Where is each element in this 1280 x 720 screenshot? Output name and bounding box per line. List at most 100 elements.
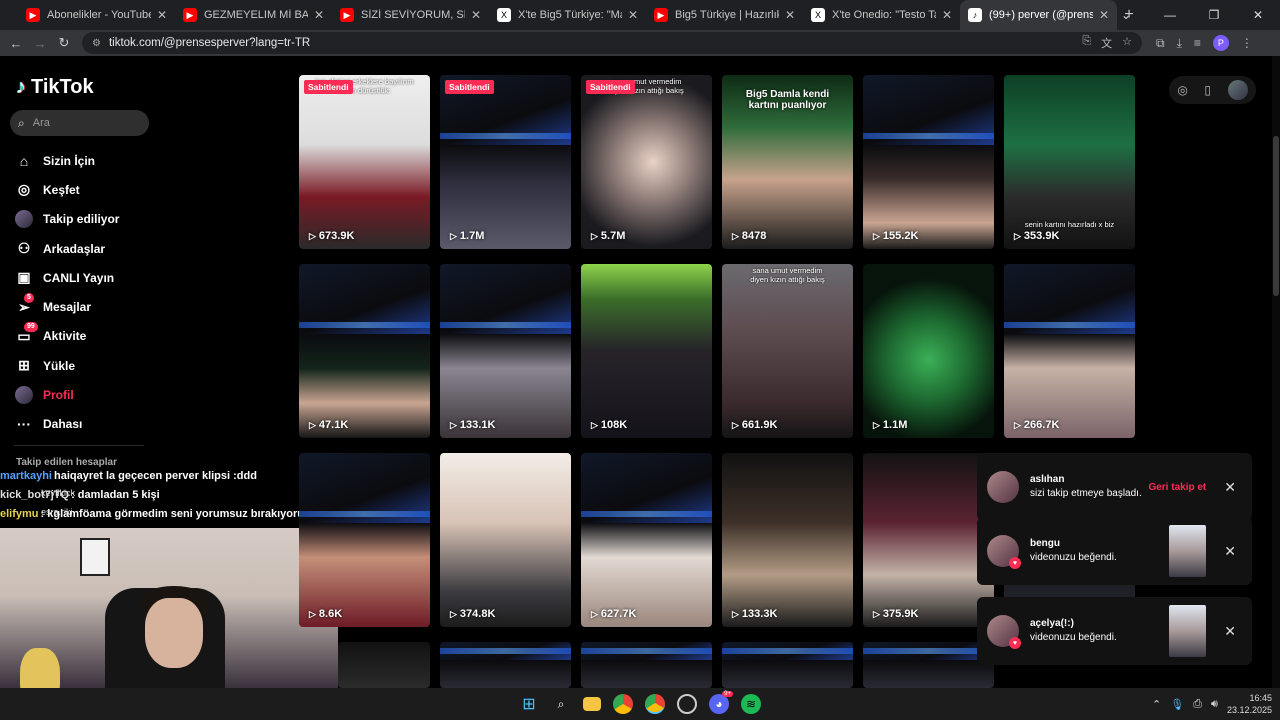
windows-start-icon[interactable]: ⊞ (519, 694, 539, 714)
back-button[interactable]: ← (4, 36, 28, 51)
sidebar-item-9[interactable]: Profil (14, 380, 119, 409)
video-card[interactable]: sana umut vermedim diyen kızın attığı ba… (722, 264, 853, 438)
view-count-text: 155.2K (882, 230, 919, 242)
sidebar-item-4[interactable]: ⚇ Arkadaşlar (14, 234, 119, 263)
search-input[interactable]: ⌕ Ara (10, 110, 149, 136)
site-info-icon[interactable]: ⚙ (92, 38, 101, 49)
video-card[interactable]: ▷ 266.7K (1004, 264, 1135, 438)
more-icon: ··· (17, 416, 31, 433)
video-thumbnail[interactable] (1169, 525, 1207, 577)
video-card[interactable]: Big5 Damla kendi kartını puanlıyor ▷ 8478 (722, 75, 853, 249)
tiktok-logo[interactable]: ♪ TikTok (16, 76, 94, 99)
sidebar-item-6[interactable]: ➢ 5 Mesajlar (14, 292, 119, 321)
sidebar-item-5[interactable]: ▣ CANLI Yayın (14, 263, 119, 292)
video-card[interactable]: ▷ 47.1K (299, 264, 430, 438)
notification-toast[interactable]: aslıhan sizi takip etmeye başladı. Geri t… (977, 453, 1252, 521)
close-icon[interactable]: ✕ (1224, 623, 1236, 640)
close-icon[interactable]: ✕ (1224, 479, 1236, 496)
video-card[interactable]: sana umut vermedim diyen kızın attığı ba… (581, 75, 712, 249)
sidebar-item-1[interactable]: ⌂ Sizin İçin (14, 146, 119, 175)
follow-back-button[interactable]: Geri takip et (1148, 482, 1206, 493)
view-count: ▷ 8.6K (309, 608, 342, 620)
heart-icon: ♥ (1009, 637, 1021, 649)
maximize-button[interactable]: ❐ (1192, 8, 1236, 22)
compass-icon[interactable]: ◎ (1177, 83, 1187, 97)
close-icon[interactable]: ✕ (1224, 543, 1236, 560)
video-card[interactable] (581, 642, 712, 688)
user-avatar[interactable] (1227, 80, 1248, 100)
video-card[interactable]: ▷ 1.1M (863, 264, 994, 438)
browser-tab[interactable]: ▶ GEZMEYELIM Mİ BARCELONA? ✕ (175, 0, 332, 30)
notification-avatar[interactable]: ♥ (987, 535, 1021, 569)
video-card[interactable] (863, 642, 994, 688)
discord-icon[interactable]: ◕ 9+ (709, 691, 733, 714)
sidebar-item-3[interactable]: Takip ediliyor (14, 205, 119, 234)
spotify-icon[interactable]: ≋ (741, 694, 761, 714)
close-tab-icon[interactable]: ✕ (942, 8, 952, 22)
video-card[interactable]: Sabitlendi ▷ 1.7M (440, 75, 571, 249)
chevron-up-icon[interactable]: ⌃ (1152, 698, 1161, 711)
extensions-icon[interactable]: ⧉ (1156, 36, 1165, 51)
install-app-icon[interactable]: ⎘ (1082, 35, 1091, 51)
notification-avatar[interactable]: ♥ (987, 615, 1021, 649)
chrome-active-icon[interactable] (645, 694, 665, 714)
video-card[interactable] (722, 642, 853, 688)
minimize-button[interactable]: — (1148, 8, 1192, 22)
translate-icon[interactable]: 文 (1101, 35, 1112, 51)
search-icon[interactable]: ⌕ (551, 694, 571, 714)
close-tab-icon[interactable]: ✕ (785, 8, 795, 22)
clock[interactable]: 16:45 23.12.2025 (1227, 692, 1272, 716)
sidebar-item-7[interactable]: ▭ 99 Aktivite (14, 322, 119, 351)
play-icon: ▷ (732, 230, 739, 241)
browser-menu-icon[interactable]: ⋮ (1241, 36, 1253, 50)
page-scrollbar[interactable] (1272, 56, 1280, 688)
video-card[interactable]: ▷ 374.8K (440, 453, 571, 627)
x-icon: X (497, 8, 511, 22)
sidebar-item-2[interactable]: ◎ Keşfet (14, 175, 119, 204)
close-tab-icon[interactable]: ✕ (471, 8, 481, 22)
browser-tab[interactable]: ▶ Abonelikler - YouTube ✕ (18, 0, 175, 30)
volume-icon[interactable]: 🔊︎ (1211, 698, 1218, 711)
profile-avatar-button[interactable]: P (1212, 35, 1229, 51)
video-card[interactable]: ▷ 8.6K (299, 453, 430, 627)
video-card[interactable]: kız: dürüst erkeklere bayılırım bizim dü… (299, 75, 430, 249)
chevron-down-icon[interactable]: ⌄ (1104, 8, 1148, 22)
browser-tab[interactable]: ▶ SİZİ SEVİYORUM, SİZİ SEVİYOR ✕ (332, 0, 489, 30)
chrome-icon[interactable] (613, 694, 633, 714)
obs-icon[interactable] (677, 694, 697, 714)
video-card[interactable]: ▷ 133.1K (440, 264, 571, 438)
sidebar-item-8[interactable]: ⊞ Yükle (14, 351, 119, 380)
video-card[interactable]: ▷ 133.3K (722, 453, 853, 627)
file-explorer-icon[interactable] (583, 697, 601, 711)
video-card[interactable] (338, 642, 430, 688)
close-tab-icon[interactable]: ✕ (157, 8, 167, 22)
browser-tab[interactable]: X X'te Onedio: "Testo Taylan, "Me ✕ (803, 0, 960, 30)
notification-avatar[interactable] (987, 471, 1019, 503)
video-card[interactable]: ▷ 627.7K (581, 453, 712, 627)
browser-tab[interactable]: ♪ (99+) perver (@prensesperver) | ✕ (960, 0, 1117, 30)
reload-button[interactable]: ↻ (52, 35, 76, 51)
downloads-icon[interactable]: ⤓ (1177, 36, 1182, 51)
video-card[interactable] (440, 642, 571, 688)
notification-toast[interactable]: ♥ açelya(!:) videonuzu beğendi. ✕ (977, 597, 1252, 665)
sidebar-item-10[interactable]: ··· Dahası (14, 410, 119, 439)
close-tab-icon[interactable]: ✕ (628, 8, 638, 22)
video-thumbnail[interactable] (1169, 605, 1207, 657)
notification-toast[interactable]: ♥ bengu videonuzu beğendi. ✕ (977, 517, 1252, 585)
microphone-icon[interactable]: 🎙︎ (1170, 698, 1184, 711)
browser-tab[interactable]: ▶ Big5 Türkiye | Hazırlık Sezonu · ✕ (646, 0, 803, 30)
phone-icon[interactable]: ▯ (1204, 83, 1211, 97)
bookmark-star-icon[interactable]: ☆ (1122, 35, 1132, 51)
address-bar[interactable]: ⚙ tiktok.com/@prensesperver?lang=tr-TR ⎘… (82, 32, 1142, 54)
close-tab-icon[interactable]: ✕ (314, 8, 324, 22)
close-window-button[interactable]: ✕ (1236, 8, 1280, 22)
video-card[interactable]: senin kartını hazırladı x biz ▷ 353.9K (1004, 75, 1135, 249)
media-control-icon[interactable]: ≡ (1194, 36, 1201, 50)
forward-button[interactable]: → (28, 36, 52, 51)
video-card[interactable]: ▷ 375.9K (863, 453, 994, 627)
browser-tab[interactable]: X X'te Big5 Türkiye: "Manifest de ✕ (489, 0, 646, 30)
scrollbar-thumb[interactable] (1273, 136, 1279, 296)
network-icon[interactable]: ⎙ (1193, 698, 1202, 711)
video-card[interactable]: ▷ 108K (581, 264, 712, 438)
video-card[interactable]: ▷ 155.2K (863, 75, 994, 249)
